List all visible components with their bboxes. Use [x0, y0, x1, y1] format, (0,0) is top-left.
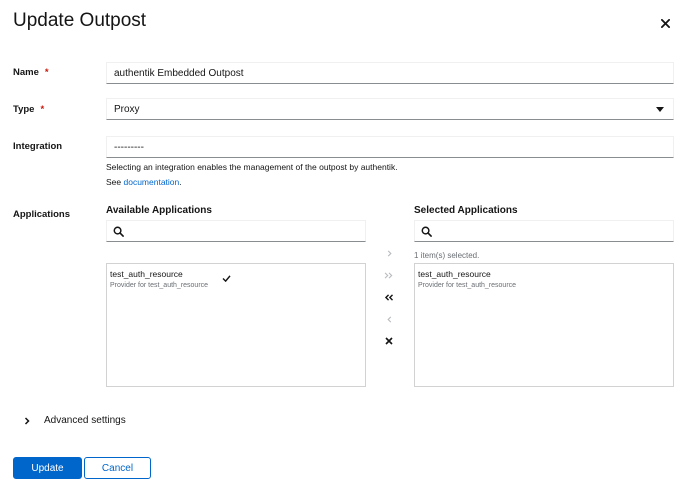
integration-help: Selecting an integration enables the man…: [106, 162, 398, 172]
integration-help-link-line: See documentation.: [106, 177, 182, 187]
angle-right-icon: [387, 249, 392, 257]
name-label: Name *: [13, 67, 49, 78]
advanced-settings-toggle[interactable]: Advanced settings: [24, 415, 126, 426]
item-title: test_auth_resource: [110, 269, 183, 279]
advanced-settings-label: Advanced settings: [44, 415, 126, 426]
remove-selected-button[interactable]: [381, 312, 397, 326]
type-label: Type *: [13, 104, 45, 115]
remove-all-button[interactable]: [381, 290, 397, 304]
integration-select[interactable]: ---------: [106, 136, 674, 158]
name-input[interactable]: authentik Embedded Outpost: [106, 62, 674, 84]
modal-title: Update Outpost: [13, 10, 147, 31]
item-title: test_auth_resource: [418, 269, 491, 279]
required-marker: *: [44, 67, 49, 78]
type-select[interactable]: Proxy: [106, 98, 674, 120]
required-marker: *: [40, 104, 45, 115]
type-value: Proxy: [114, 103, 140, 115]
selected-title: Selected Applications: [414, 205, 518, 216]
add-selected-button[interactable]: [381, 246, 397, 260]
selection-status: 1 item(s) selected.: [414, 251, 480, 260]
list-item[interactable]: test_auth_resource Provider for test_aut…: [415, 264, 673, 292]
check-icon: [222, 275, 231, 282]
times-icon: [385, 337, 393, 345]
search-icon: [421, 226, 432, 237]
selected-search-input[interactable]: [414, 220, 674, 242]
angle-left-icon: [386, 315, 391, 323]
clear-selection-button[interactable]: [381, 334, 397, 348]
selected-list: test_auth_resource Provider for test_aut…: [414, 263, 674, 387]
integration-value: ---------: [114, 141, 144, 153]
item-desc: Provider for test_auth_resource: [418, 282, 517, 289]
list-item[interactable]: test_auth_resource Provider for test_aut…: [107, 264, 365, 292]
name-value: authentik Embedded Outpost: [114, 67, 244, 79]
close-button[interactable]: [657, 15, 673, 31]
search-icon: [113, 226, 124, 237]
available-list: test_auth_resource Provider for test_aut…: [106, 263, 366, 387]
angle-double-left-icon: [384, 293, 393, 301]
angle-double-right-icon: [384, 271, 393, 279]
cancel-button[interactable]: Cancel: [84, 457, 151, 479]
available-search-input[interactable]: [106, 220, 366, 242]
caret-down-icon: [656, 107, 664, 112]
chevron-right-icon: [24, 416, 30, 425]
item-desc: Provider for test_auth_resource: [110, 282, 209, 289]
available-title: Available Applications: [106, 205, 212, 216]
integration-label: Integration: [13, 141, 63, 152]
update-button[interactable]: Update: [13, 457, 82, 479]
applications-label: Applications: [13, 209, 71, 220]
add-all-button[interactable]: [381, 268, 397, 282]
close-icon: [660, 18, 670, 28]
documentation-link[interactable]: documentation: [124, 177, 180, 187]
